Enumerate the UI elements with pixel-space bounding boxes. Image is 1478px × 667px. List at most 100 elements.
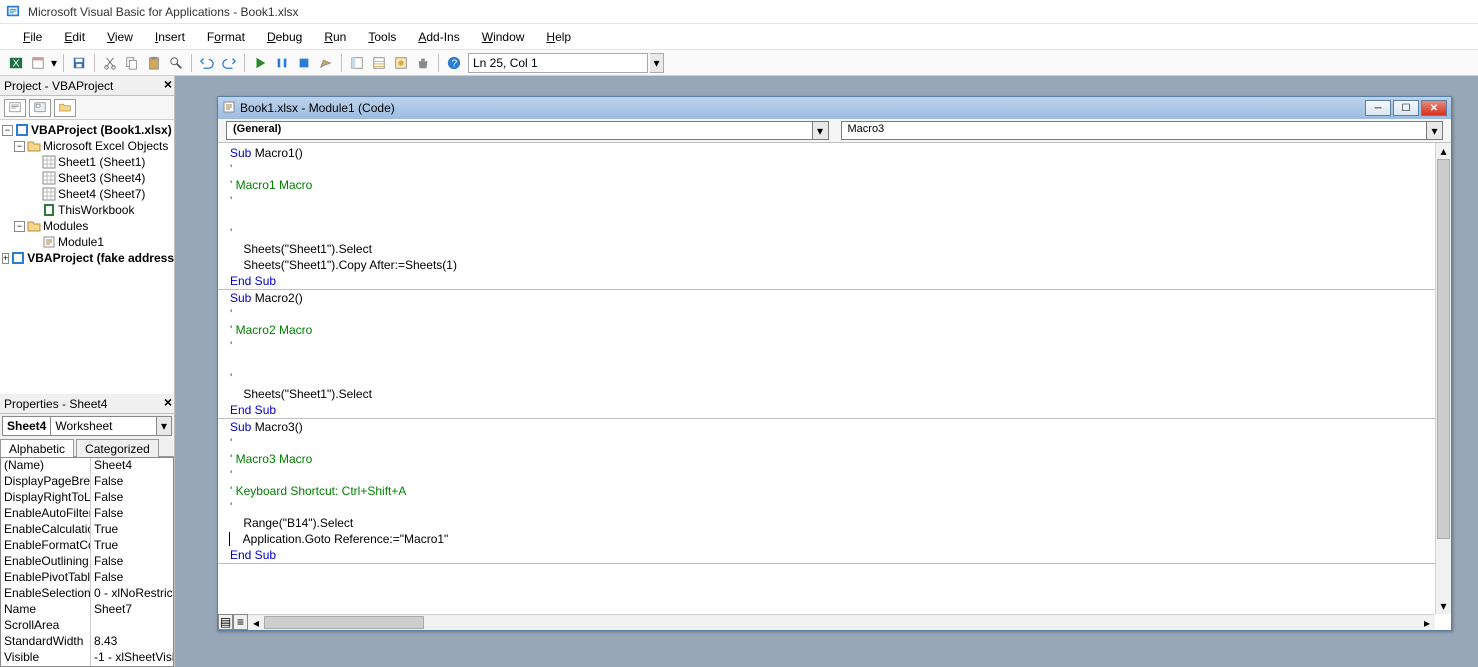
prop-value[interactable]: -1 - xlSheetVisible [91,650,173,666]
close-icon[interactable]: × [164,394,172,410]
paste-icon[interactable] [144,53,164,73]
find-icon[interactable] [166,53,186,73]
project-tree[interactable]: −VBAProject (Book1.xlsx) −Microsoft Exce… [0,120,174,394]
menu-edit[interactable]: Edit [55,27,94,47]
object-dropdown[interactable]: (General)▾ [226,121,829,140]
prop-value[interactable] [91,618,173,634]
minimize-button[interactable]: ─ [1365,100,1391,116]
cut-icon[interactable] [100,53,120,73]
code-line[interactable]: ' [230,499,1451,515]
prop-value[interactable]: 8.43 [91,634,173,650]
prop-value[interactable]: True [91,522,173,538]
tree-excel-objects[interactable]: −Microsoft Excel Objects [0,138,174,154]
maximize-button[interactable]: ☐ [1393,100,1419,116]
scroll-thumb[interactable] [1437,159,1450,539]
scroll-right-icon[interactable]: ▸ [1419,615,1435,630]
scroll-up-icon[interactable]: ▴ [1436,143,1451,159]
toggle-folders-icon[interactable] [54,99,76,117]
code-line[interactable]: ' Macro1 Macro [230,177,1451,193]
properties-grid[interactable]: (Name)Sheet4DisplayPageBreaksFalseDispla… [0,457,174,667]
scroll-down-icon[interactable]: ▾ [1436,598,1451,614]
menu-file[interactable]: File [14,27,51,47]
undo-icon[interactable] [197,53,217,73]
code-line[interactable]: ' [230,435,1451,451]
prop-row[interactable]: EnableCalculationTrue [1,522,173,538]
vertical-scrollbar[interactable]: ▴ ▾ [1435,143,1451,614]
dropdown-icon[interactable]: ▾ [156,416,172,436]
prop-row[interactable]: ScrollArea [1,618,173,634]
prop-value[interactable]: True [91,538,173,554]
prop-value[interactable]: False [91,570,173,586]
code-line[interactable]: ' [230,161,1451,177]
code-line[interactable]: ' [230,306,1451,322]
code-window-titlebar[interactable]: Book1.xlsx - Module1 (Code) ─ ☐ ✕ [218,97,1451,119]
view-excel-icon[interactable]: X [6,53,26,73]
dropdown-icon[interactable]: ▾ [1427,121,1443,140]
prop-value[interactable]: False [91,490,173,506]
code-editor[interactable]: Sub Macro1()'' Macro1 Macro' ' Sheets("S… [218,143,1451,564]
tree-project-root[interactable]: −VBAProject (Book1.xlsx) [0,122,174,138]
help-icon[interactable]: ? [444,53,464,73]
prop-value[interactable]: 0 - xlNoRestrictions [91,586,173,602]
tree-modules[interactable]: −Modules [0,218,174,234]
scroll-left-icon[interactable]: ◂ [248,615,264,630]
code-line[interactable]: ' Macro2 Macro [230,322,1451,338]
code-line[interactable]: Sheets("Sheet1").Select [230,386,1451,402]
code-line[interactable]: Sub Macro1() [230,145,1451,161]
close-icon[interactable]: × [164,76,172,92]
copy-icon[interactable] [122,53,142,73]
break-icon[interactable] [272,53,292,73]
tree-thisworkbook[interactable]: ThisWorkbook [0,202,174,218]
insert-module-icon[interactable] [28,53,48,73]
collapse-icon[interactable]: − [2,125,13,136]
view-object-icon[interactable] [29,99,51,117]
prop-value[interactable]: False [91,506,173,522]
prop-row[interactable]: (Name)Sheet4 [1,458,173,474]
redo-icon[interactable] [219,53,239,73]
tree-sheet[interactable]: Sheet4 (Sheet7) [0,186,174,202]
code-line[interactable]: ' Keyboard Shortcut: Ctrl+Shift+A [230,483,1451,499]
menu-debug[interactable]: Debug [258,27,311,47]
code-line[interactable] [230,209,1451,225]
tree-sheet[interactable]: Sheet1 (Sheet1) [0,154,174,170]
procedure-view-icon[interactable]: ▤ [218,614,233,630]
prop-row[interactable]: DisplayPageBreaksFalse [1,474,173,490]
code-line[interactable]: Sheets("Sheet1").Copy After:=Sheets(1) [230,257,1451,273]
prop-value[interactable]: Sheet7 [91,602,173,618]
prop-value[interactable]: False [91,554,173,570]
menu-view[interactable]: View [98,27,142,47]
tab-categorized[interactable]: Categorized [76,439,159,457]
menu-tools[interactable]: Tools [359,27,405,47]
menu-help[interactable]: Help [537,27,580,47]
menu-format[interactable]: Format [198,27,254,47]
full-module-view-icon[interactable]: ≡ [233,614,248,630]
toolbox-icon[interactable] [413,53,433,73]
tree-sheet[interactable]: Sheet3 (Sheet4) [0,170,174,186]
prop-row[interactable]: DisplayRightToLeftFalse [1,490,173,506]
code-line[interactable]: End Sub [230,273,1451,289]
tree-project-root2[interactable]: +VBAProject (fake address [0,250,174,266]
tab-alphabetic[interactable]: Alphabetic [0,439,74,457]
code-line[interactable]: Sub Macro3() [230,419,1451,435]
design-mode-icon[interactable] [316,53,336,73]
prop-row[interactable]: EnableAutoFilterFalse [1,506,173,522]
prop-value[interactable]: Sheet4 [91,458,173,474]
prop-value[interactable]: False [91,474,173,490]
collapse-icon[interactable]: − [14,141,25,152]
prop-row[interactable]: EnableFormatConTrue [1,538,173,554]
code-line[interactable]: ' [230,225,1451,241]
prop-row[interactable]: StandardWidth8.43 [1,634,173,650]
view-code-icon[interactable] [4,99,26,117]
prop-row[interactable]: EnablePivotTableFalse [1,570,173,586]
prop-row[interactable]: EnableOutliningFalse [1,554,173,570]
position-dropdown-icon[interactable]: ▾ [650,53,664,73]
reset-icon[interactable] [294,53,314,73]
expand-icon[interactable]: + [2,253,9,264]
dropdown-icon[interactable]: ▾ [50,53,58,73]
menu-run[interactable]: Run [315,27,355,47]
horizontal-scrollbar[interactable]: ◂ ▸ [248,614,1435,630]
code-line[interactable]: Range("B14").Select [230,515,1451,531]
code-line[interactable]: ' [230,193,1451,209]
scroll-thumb[interactable] [264,616,424,629]
code-line[interactable]: ' [230,338,1451,354]
